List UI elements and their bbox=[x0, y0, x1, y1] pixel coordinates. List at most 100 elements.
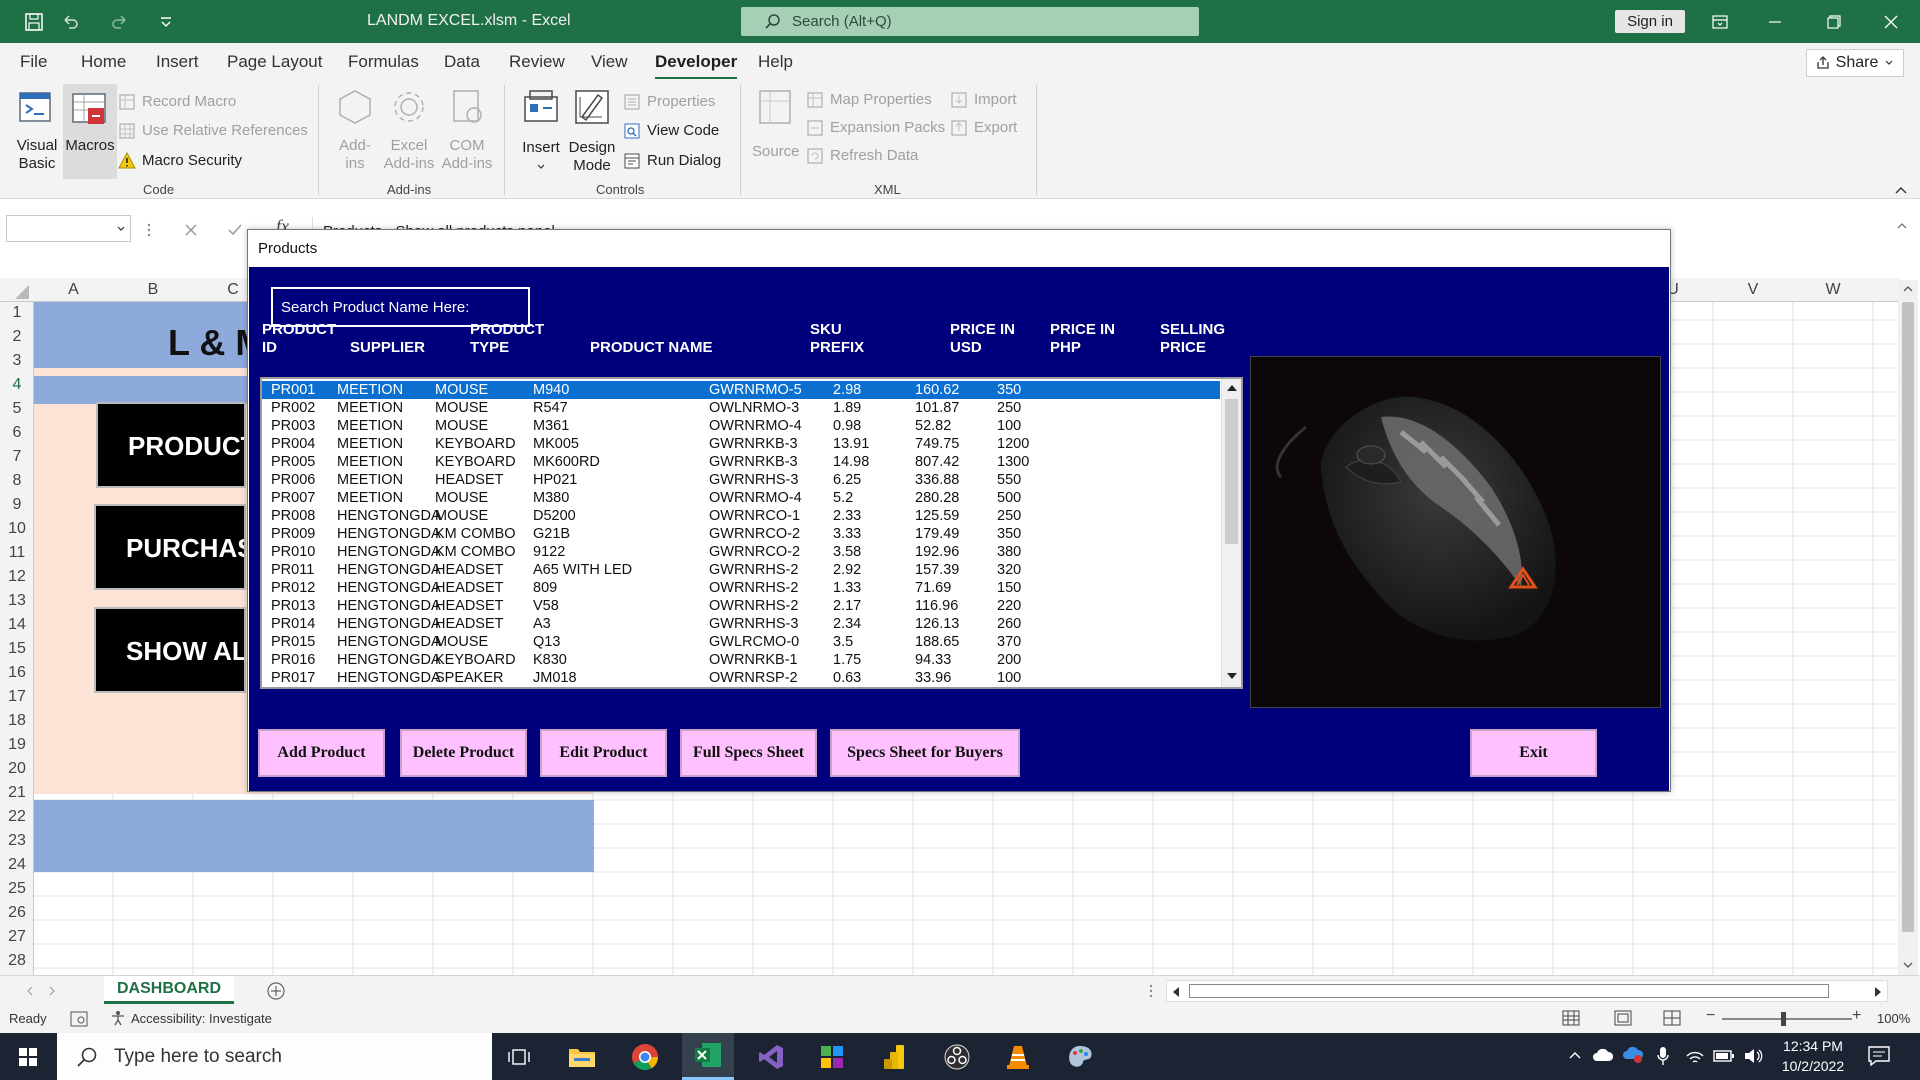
listbox-scrollbar[interactable] bbox=[1221, 379, 1241, 687]
file-explorer-icon[interactable] bbox=[556, 1033, 608, 1080]
zoom-slider[interactable] bbox=[1722, 1018, 1852, 1020]
scroll-down-icon[interactable] bbox=[1902, 960, 1914, 970]
list-item[interactable]: PR014 HENGTONGDA HEADSET A3 GWRNRHS-3 2.34 126… bbox=[262, 615, 1220, 633]
column-header[interactable]: B bbox=[113, 281, 193, 299]
battery-icon[interactable] bbox=[1713, 1049, 1735, 1063]
map-properties-button[interactable]: Map Properties bbox=[806, 89, 932, 111]
undo-icon[interactable] bbox=[58, 10, 82, 34]
list-item[interactable]: PR012 HENGTONGDA HEADSET 809 OWRNRHS-2 1.33 71… bbox=[262, 579, 1220, 597]
list-item[interactable]: PR010 HENGTONGDA KM COMBO 9122 GWRNRCO-2 3.58… bbox=[262, 543, 1220, 561]
visual-studio-icon[interactable] bbox=[745, 1033, 797, 1080]
onedrive-icon[interactable] bbox=[1592, 1048, 1614, 1062]
record-macro-button[interactable]: Record Macro bbox=[118, 91, 236, 113]
row-header[interactable]: 10 bbox=[0, 520, 34, 538]
properties-button[interactable]: Properties bbox=[623, 91, 715, 113]
next-sheet-icon[interactable] bbox=[48, 986, 56, 996]
use-relative-references-button[interactable]: Use Relative References bbox=[118, 120, 308, 142]
row-header[interactable]: 17 bbox=[0, 688, 34, 706]
tab-review[interactable]: Review bbox=[509, 52, 565, 72]
view-code-button[interactable]: View Code bbox=[623, 120, 719, 142]
scroll-down-icon[interactable] bbox=[1226, 671, 1238, 681]
zoom-level[interactable]: 100% bbox=[1877, 1011, 1910, 1026]
app-tools-icon[interactable] bbox=[806, 1033, 858, 1080]
row-header[interactable]: 8 bbox=[0, 472, 34, 490]
zoom-slider-thumb[interactable] bbox=[1781, 1012, 1786, 1026]
save-icon[interactable] bbox=[22, 10, 46, 34]
scroll-thumb[interactable] bbox=[1902, 302, 1914, 932]
row-header[interactable]: 16 bbox=[0, 664, 34, 682]
row-header[interactable]: 12 bbox=[0, 568, 34, 586]
export-button[interactable]: Export bbox=[950, 117, 1017, 139]
tab-help[interactable]: Help bbox=[758, 52, 793, 72]
accessibility-status[interactable]: Accessibility: Investigate bbox=[110, 1010, 272, 1026]
run-dialog-button[interactable]: Run Dialog bbox=[623, 150, 721, 172]
exit-button[interactable]: Exit bbox=[1470, 729, 1597, 777]
cancel-entry-icon[interactable] bbox=[183, 222, 199, 238]
row-header[interactable]: 11 bbox=[0, 544, 34, 562]
row-header[interactable]: 13 bbox=[0, 592, 34, 610]
row-header[interactable]: 2 bbox=[0, 328, 34, 346]
expand-formula-bar-icon[interactable] bbox=[1896, 221, 1908, 231]
restore-icon[interactable] bbox=[1811, 0, 1857, 43]
collapse-ribbon-icon[interactable] bbox=[1894, 185, 1908, 195]
excel-taskbar-icon[interactable] bbox=[682, 1033, 734, 1080]
tab-data[interactable]: Data bbox=[444, 52, 480, 72]
com-add-ins-button[interactable]: COM Add-ins bbox=[440, 87, 494, 179]
chrome-icon[interactable] bbox=[619, 1033, 671, 1080]
list-item[interactable]: PR016 HENGTONGDA KEYBOARD K830 OWRNRKB-1 1.75… bbox=[262, 651, 1220, 669]
column-header[interactable]: V bbox=[1713, 281, 1793, 299]
taskbar-search-box[interactable]: Type here to search bbox=[57, 1033, 492, 1080]
list-item[interactable]: PR004 MEETION KEYBOARD MK005 GWRNRKB-3 13.91 7… bbox=[262, 435, 1220, 453]
notifications-icon[interactable] bbox=[1868, 1046, 1890, 1066]
row-header[interactable]: 1 bbox=[0, 304, 34, 322]
row-header[interactable]: 6 bbox=[0, 424, 34, 442]
list-item[interactable]: PR013 HENGTONGDA HEADSET V58 OWRNRHS-2 2.17 11… bbox=[262, 597, 1220, 615]
minimize-icon[interactable] bbox=[1752, 0, 1798, 43]
row-header[interactable]: 23 bbox=[0, 832, 34, 850]
list-item[interactable]: PR005 MEETION KEYBOARD MK600RD GWRNRKB-3 14.9… bbox=[262, 453, 1220, 471]
list-item[interactable]: PR006 MEETION HEADSET HP021 GWRNRHS-3 6.25 336… bbox=[262, 471, 1220, 489]
column-header[interactable]: W bbox=[1793, 281, 1873, 299]
obs-icon[interactable] bbox=[931, 1033, 983, 1080]
row-header[interactable]: 21 bbox=[0, 784, 34, 802]
list-item[interactable]: PR007 MEETION MOUSE M380 OWRNRMO-4 5.2 280.28 5… bbox=[262, 489, 1220, 507]
wifi-icon[interactable] bbox=[1685, 1047, 1705, 1065]
normal-view-icon[interactable] bbox=[1562, 1010, 1580, 1026]
tab-file[interactable]: File bbox=[20, 52, 47, 72]
page-break-view-icon[interactable] bbox=[1663, 1010, 1681, 1026]
scroll-left-icon[interactable] bbox=[1171, 986, 1181, 998]
list-item[interactable]: PR009 HENGTONGDA KM COMBO G21B GWRNRCO-2 3.33… bbox=[262, 525, 1220, 543]
macro-security-button[interactable]: Macro Security bbox=[118, 150, 242, 172]
row-header[interactable]: 20 bbox=[0, 760, 34, 778]
macro-recording-icon[interactable] bbox=[70, 1011, 88, 1027]
onedrive-sync-icon[interactable] bbox=[1622, 1046, 1644, 1064]
visual-basic-button[interactable]: Visual Basic bbox=[10, 87, 64, 179]
microphone-icon[interactable] bbox=[1657, 1046, 1669, 1066]
row-header[interactable]: 22 bbox=[0, 808, 34, 826]
expansion-packs-button[interactable]: Expansion Packs bbox=[806, 117, 945, 139]
row-header[interactable]: 4 bbox=[0, 376, 34, 394]
show-all-dashboard-button[interactable]: SHOW AL bbox=[94, 607, 246, 693]
row-header[interactable]: 25 bbox=[0, 880, 34, 898]
splitter-icon[interactable] bbox=[1148, 983, 1154, 999]
add-sheet-icon[interactable] bbox=[266, 981, 286, 1001]
delete-product-button[interactable]: Delete Product bbox=[400, 729, 527, 777]
row-header[interactable]: 24 bbox=[0, 856, 34, 874]
row-header[interactable]: 26 bbox=[0, 904, 34, 922]
name-box[interactable] bbox=[6, 215, 131, 242]
xml-source-button[interactable]: Source bbox=[752, 87, 800, 179]
list-item[interactable]: PR002 MEETION MOUSE R547 OWLNRMO-3 1.89 101.87… bbox=[262, 399, 1220, 417]
row-header[interactable]: 18 bbox=[0, 712, 34, 730]
confirm-entry-icon[interactable] bbox=[227, 222, 243, 238]
sheet-vertical-scrollbar[interactable] bbox=[1898, 280, 1918, 975]
previous-sheet-icon[interactable] bbox=[26, 986, 34, 996]
list-item[interactable]: PR017 HENGTONGDA SPEAKER JM018 OWRNRSP-2 0.63… bbox=[262, 669, 1220, 687]
products-listbox[interactable]: PR001 MEETION MOUSE M940 GWRNRMO-5 2.98 160.62… bbox=[260, 377, 1243, 689]
ribbon-display-options-icon[interactable] bbox=[1697, 0, 1743, 43]
list-item[interactable]: PR015 HENGTONGDA MOUSE Q13 GWLRCMO-0 3.5 188.6… bbox=[262, 633, 1220, 651]
scroll-thumb[interactable] bbox=[1189, 984, 1829, 998]
add-product-button[interactable]: Add Product bbox=[258, 729, 385, 777]
zoom-in-button[interactable]: + bbox=[1852, 1007, 1861, 1025]
products-dashboard-button[interactable]: PRODUCT bbox=[96, 402, 246, 488]
scroll-up-icon[interactable] bbox=[1902, 284, 1914, 294]
